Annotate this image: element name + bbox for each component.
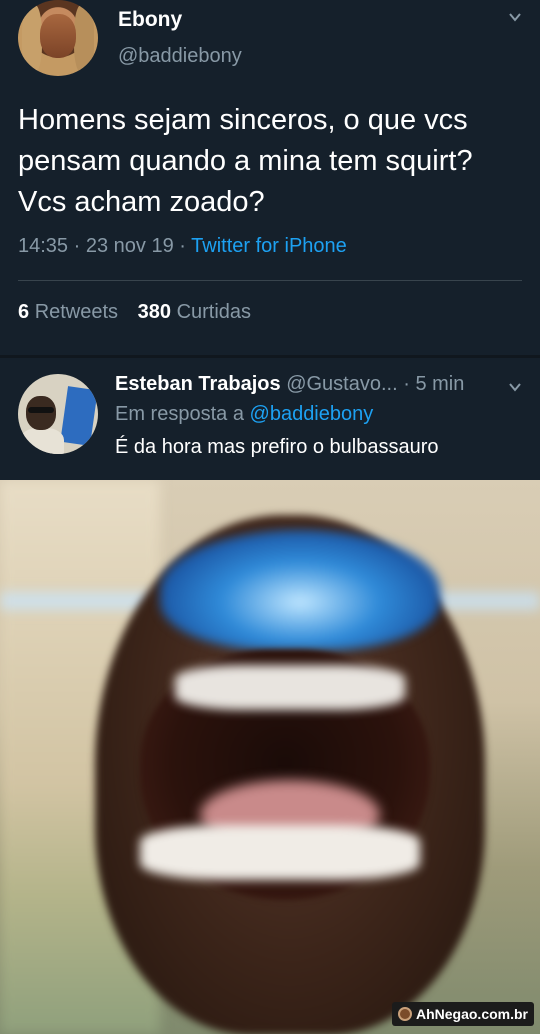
author-handle[interactable]: @baddiebony	[118, 45, 242, 68]
watermark: AhNegao.com.br	[391, 1002, 534, 1026]
meme-teeth-bottom	[140, 825, 420, 880]
avatar-board	[60, 386, 98, 446]
tweet-time: 14:35	[18, 235, 69, 257]
avatar-body	[20, 428, 64, 454]
likes-label: Curtidas	[176, 301, 252, 323]
watermark-icon	[397, 1007, 412, 1021]
reply-author-handle[interactable]: @Gustavo...	[286, 373, 397, 395]
meme-glowing-head	[160, 530, 440, 650]
watermark-text: AhNegao.com.br	[415, 1006, 528, 1022]
author-name[interactable]: Ebony	[118, 8, 182, 32]
meme-image: AhNegao.com.br	[0, 480, 540, 1034]
reply-time: 5 min	[415, 373, 465, 395]
reply-text: É da hora mas prefiro o bulbassauro	[115, 436, 439, 458]
section-separator	[0, 355, 540, 358]
reply-context: Em resposta a @baddiebony	[115, 403, 373, 426]
retweets-stat[interactable]: 6 Retweets	[18, 301, 118, 323]
tweet-date: 23 nov 19	[85, 235, 174, 257]
meta-separator: ·	[403, 373, 410, 395]
avatar-face	[40, 14, 76, 58]
reply-author-name[interactable]: Esteban Trabajos	[115, 373, 281, 395]
reply-header: Esteban Trabajos @Gustavo... · 5 min	[115, 373, 464, 396]
meme-teeth-top	[175, 665, 405, 710]
tweet-stats: 6 Retweets 380 Curtidas	[18, 301, 251, 324]
tweet-text: Homens sejam sinceros, o que vcs pensam …	[18, 104, 473, 218]
avatar-head	[26, 396, 56, 430]
main-tweet: Ebony @baddiebony Homens sejam sinceros,…	[0, 0, 540, 480]
divider	[18, 280, 522, 281]
reply-prefix: Em resposta a	[115, 403, 244, 425]
reply-author-avatar[interactable]	[18, 374, 98, 454]
likes-stat[interactable]: 380 Curtidas	[138, 301, 251, 323]
meta-separator: ·	[179, 235, 186, 257]
tweet-source-link[interactable]: Twitter for iPhone	[191, 235, 347, 257]
chevron-down-icon[interactable]	[508, 380, 522, 394]
tweet-meta: 14:35 · 23 nov 19 · Twitter for iPhone	[18, 235, 347, 258]
retweets-count: 6	[18, 301, 30, 323]
reply-mention-link[interactable]: @baddiebony	[250, 403, 374, 425]
likes-count: 380	[137, 301, 171, 323]
avatar-hair-left	[22, 4, 42, 74]
author-avatar[interactable]	[18, 0, 98, 76]
retweets-label: Retweets	[34, 301, 119, 323]
meta-separator: ·	[73, 235, 81, 257]
chevron-down-icon[interactable]	[508, 10, 522, 24]
avatar-hair-right	[74, 4, 94, 74]
avatar-glasses	[28, 407, 54, 413]
